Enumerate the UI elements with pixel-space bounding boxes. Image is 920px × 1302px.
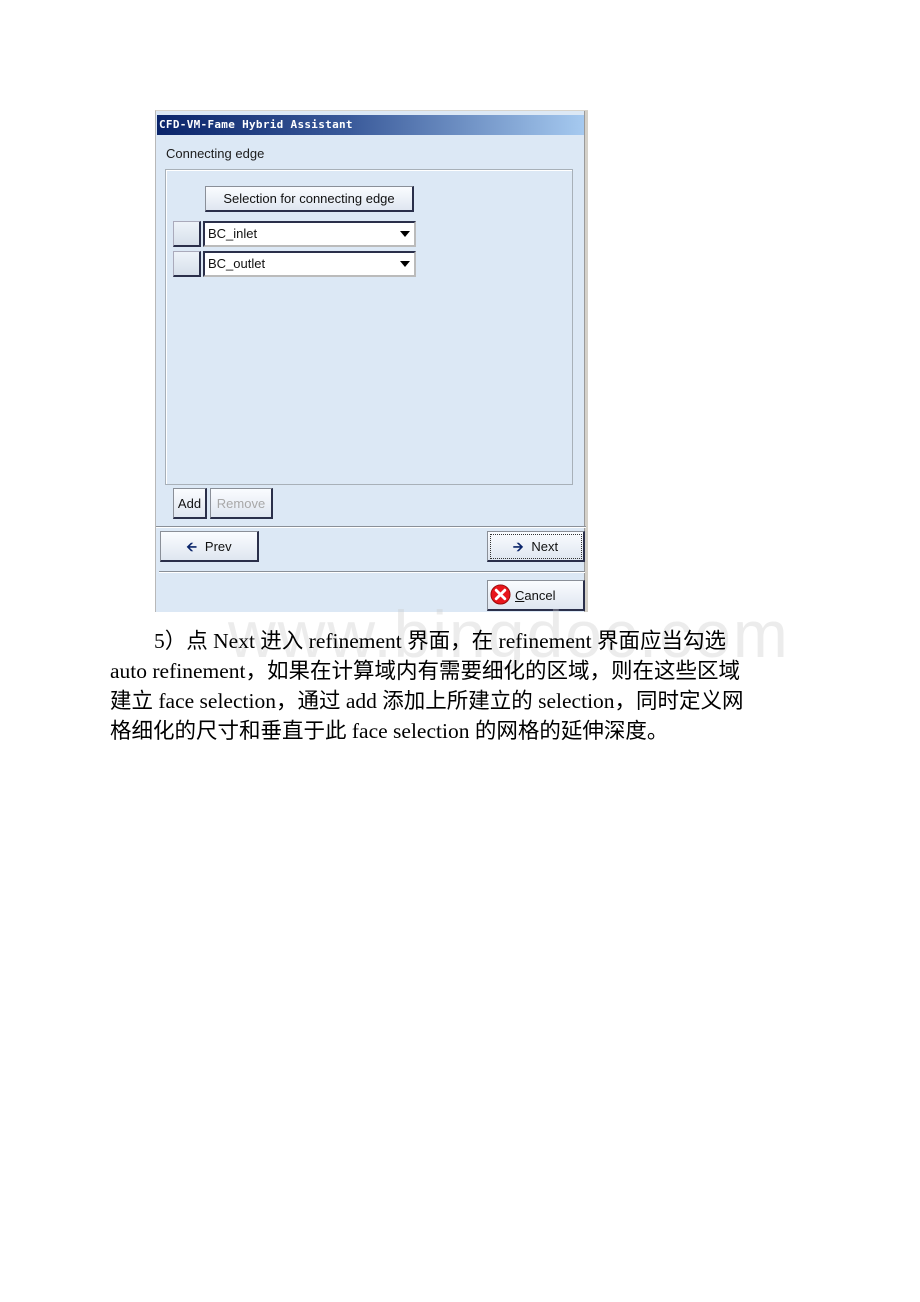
dialog-title: CFD-VM-Fame Hybrid Assistant: [159, 118, 353, 131]
hybrid-assistant-dialog: CFD-VM-Fame Hybrid Assistant Connecting …: [155, 110, 588, 612]
paragraph-line: 5）点 Next 进入 refinement 界面，在 refinement 界…: [154, 629, 727, 653]
divider: [159, 571, 585, 573]
selection-for-connecting-edge-button[interactable]: Selection for connecting edge: [205, 186, 414, 212]
cancel-label: ancel: [524, 587, 556, 603]
instruction-paragraph: 5）点 Next 进入 refinement 界面，在 refinement 界…: [110, 626, 794, 746]
arrow-left-icon: 🡨: [186, 538, 197, 554]
paragraph-line: 建立 face selection，通过 add 添加上所建立的 selecti…: [110, 689, 744, 713]
error-x-icon: [490, 584, 511, 605]
row-select-button[interactable]: [173, 251, 201, 277]
arrow-right-icon: 🡪: [512, 538, 524, 554]
connecting-edge-panel: [165, 169, 573, 485]
dropdown-arrow-icon[interactable]: [397, 224, 413, 244]
paragraph-line: auto refinement，如果在计算域内有需要细化的区域，则在这些区域: [110, 659, 741, 683]
remove-button[interactable]: Remove: [210, 488, 273, 519]
cancel-button[interactable]: Cancel: [487, 580, 585, 611]
connecting-edge-combo[interactable]: BC_outlet: [203, 251, 416, 277]
paragraph-line: 格细化的尺寸和垂直于此 face selection 的网格的延伸深度。: [110, 719, 669, 743]
row-select-button[interactable]: [173, 221, 201, 247]
cancel-mnemonic: C: [515, 587, 525, 603]
connecting-edge-combo[interactable]: BC_inlet: [203, 221, 416, 247]
prev-button[interactable]: 🡨 Prev: [160, 531, 259, 562]
combo-value: BC_inlet: [208, 226, 258, 241]
next-button[interactable]: 🡪 Next: [487, 531, 585, 562]
dropdown-arrow-icon[interactable]: [397, 254, 413, 274]
divider: [156, 526, 586, 528]
section-label: Connecting edge: [166, 146, 265, 161]
dialog-title-bar: CFD-VM-Fame Hybrid Assistant: [157, 115, 585, 135]
next-label: Next: [531, 538, 559, 554]
combo-value: BC_outlet: [208, 256, 266, 271]
prev-label: Prev: [204, 538, 232, 554]
add-button[interactable]: Add: [173, 488, 207, 519]
